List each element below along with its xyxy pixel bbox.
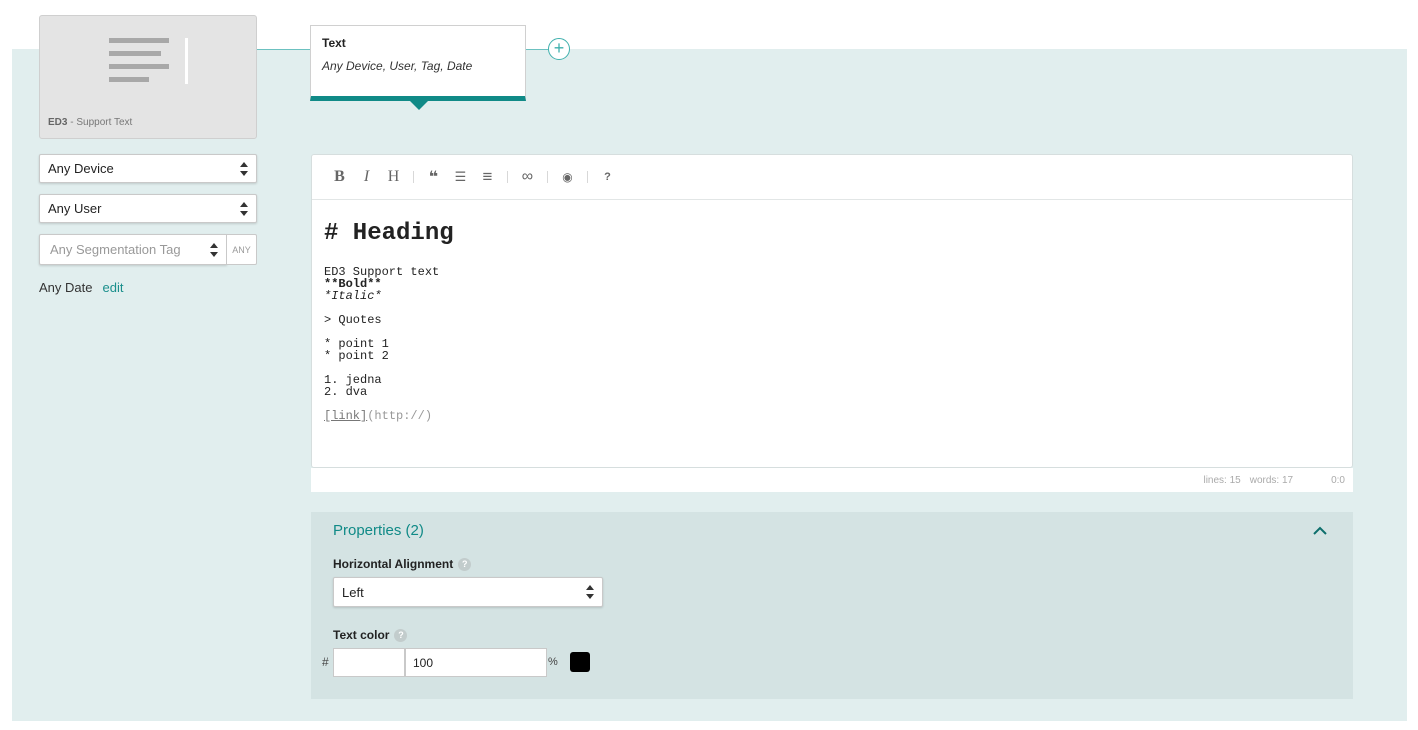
link-text: [link] bbox=[324, 409, 368, 423]
unordered-list-button[interactable]: ☰ bbox=[447, 165, 474, 189]
toolbar-separator bbox=[587, 171, 588, 183]
card-pointer bbox=[409, 100, 429, 110]
quote-line: > Quotes bbox=[324, 313, 382, 327]
segmentation-tag-placeholder: Any Segmentation Tag bbox=[50, 242, 181, 257]
select-arrows-icon bbox=[240, 161, 248, 176]
markdown-editor[interactable]: B I H ❝ ☰ ≡ ∞ ◉ ? # Heading ED3 Support … bbox=[311, 154, 1353, 468]
horizontal-alignment-value: Left bbox=[342, 584, 364, 600]
color-swatch[interactable] bbox=[570, 652, 590, 672]
color-opacity-input[interactable]: 100 bbox=[405, 648, 547, 677]
quote-button[interactable]: ❝ bbox=[420, 165, 447, 189]
italic-button[interactable]: I bbox=[353, 165, 380, 189]
properties-panel: Properties (2) Horizontal Alignment? Lef… bbox=[311, 512, 1353, 699]
toolbar-separator bbox=[507, 171, 508, 183]
word-count: words: 17 bbox=[1249, 474, 1294, 486]
preview-button[interactable]: ◉ bbox=[554, 165, 581, 189]
segmentation-tag-select[interactable]: Any Segmentation Tag bbox=[39, 234, 227, 265]
editor-toolbar: B I H ❝ ☰ ≡ ∞ ◉ ? bbox=[312, 155, 1352, 200]
date-edit-link[interactable]: edit bbox=[102, 280, 123, 295]
list-item: * point 1 bbox=[324, 337, 389, 351]
bold-button[interactable]: B bbox=[326, 165, 353, 189]
toolbar-separator bbox=[547, 171, 548, 183]
variant-card[interactable]: Text Any Device, User, Tag, Date bbox=[310, 25, 526, 101]
properties-title[interactable]: Properties (2) bbox=[333, 522, 424, 539]
help-button[interactable]: ? bbox=[594, 165, 621, 189]
ordered-list-item: 1. jedna bbox=[324, 373, 382, 387]
line-count: lines: 15 bbox=[1203, 474, 1241, 486]
horizontal-alignment-select[interactable]: Left bbox=[333, 577, 603, 607]
link-button[interactable]: ∞ bbox=[514, 165, 541, 189]
thumbnail-caption: ED3 - Support Text bbox=[48, 117, 133, 128]
variant-card-title: Text bbox=[322, 36, 346, 50]
user-select-value: Any User bbox=[48, 201, 102, 216]
list-item: * point 2 bbox=[324, 349, 389, 363]
link-line: [link](http://) bbox=[324, 410, 1340, 422]
bold-line: **Bold** bbox=[324, 277, 382, 291]
component-thumbnail[interactable]: ED3 - Support Text bbox=[39, 15, 257, 139]
ordered-list-item: 2. dva bbox=[324, 385, 368, 399]
color-hex-input[interactable] bbox=[333, 648, 405, 677]
text-lines-icon bbox=[109, 38, 169, 90]
editor-statusbar: lines: 15 words: 17 0:0 bbox=[311, 468, 1353, 492]
help-icon[interactable]: ? bbox=[394, 628, 408, 642]
ordered-list-button[interactable]: ≡ bbox=[474, 165, 501, 189]
select-arrows-icon bbox=[210, 242, 218, 257]
cursor-position: 0:0 bbox=[1331, 474, 1345, 486]
text-cursor-icon bbox=[185, 38, 188, 84]
toolbar-separator bbox=[413, 171, 414, 183]
user-select[interactable]: Any User bbox=[39, 194, 257, 223]
text-line: ED3 Support text bbox=[324, 265, 440, 279]
connector-line bbox=[257, 49, 310, 50]
chevron-up-icon[interactable] bbox=[1313, 524, 1327, 538]
date-filter: Any Date edit bbox=[39, 280, 123, 295]
select-arrows-icon bbox=[586, 585, 594, 599]
date-filter-value: Any Date bbox=[39, 280, 93, 295]
select-arrows-icon bbox=[240, 201, 248, 216]
tag-any-button[interactable]: ANY bbox=[227, 234, 257, 265]
connector-line bbox=[526, 49, 548, 50]
help-icon[interactable]: ? bbox=[458, 557, 472, 571]
text-color-label: Text color? bbox=[333, 628, 408, 642]
heading-button[interactable]: H bbox=[380, 165, 407, 189]
editor-content[interactable]: # Heading ED3 Support text **Bold** *Ita… bbox=[312, 200, 1352, 442]
horizontal-alignment-label: Horizontal Alignment? bbox=[333, 557, 472, 571]
percent-symbol: % bbox=[548, 656, 558, 668]
plus-circle-icon[interactable]: + bbox=[548, 38, 570, 60]
hash-symbol: # bbox=[322, 655, 329, 669]
variant-card-subtitle: Any Device, User, Tag, Date bbox=[322, 59, 473, 73]
italic-line: *Italic* bbox=[324, 289, 382, 303]
heading-line: # Heading bbox=[324, 220, 454, 247]
device-select-value: Any Device bbox=[48, 161, 114, 176]
link-url: (http://) bbox=[367, 409, 433, 423]
device-select[interactable]: Any Device bbox=[39, 154, 257, 183]
